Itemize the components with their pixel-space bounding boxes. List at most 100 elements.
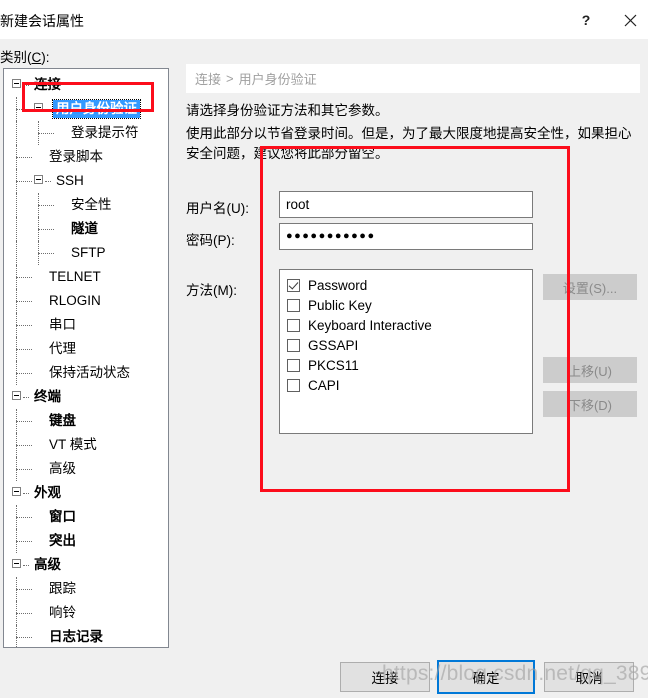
sidebar-item-10[interactable]: 串口 bbox=[4, 313, 168, 337]
sidebar-item-label[interactable]: RLOGIN bbox=[46, 292, 104, 310]
sidebar-item-6[interactable]: 隧道 bbox=[4, 217, 168, 241]
session-properties-dialog: 新建会话属性 ? 类别(C): 连接 用户身份验证 登录提示符 登录脚本 SSH 安全性隧… bbox=[0, 0, 648, 698]
tree-guide-line bbox=[16, 241, 17, 265]
description-line-2: 使用此部分以节省登录时间。但是，为了最大限度地提高安全性，如果担心安全问题，建议… bbox=[186, 126, 632, 161]
sidebar-item-label[interactable]: 窗口 bbox=[46, 508, 79, 526]
move-down-button[interactable]: 下移(D) bbox=[543, 391, 637, 417]
sidebar-item-label[interactable]: 响铃 bbox=[46, 604, 79, 622]
sidebar-item-0[interactable]: 连接 bbox=[4, 73, 168, 97]
checkbox-icon[interactable] bbox=[287, 338, 300, 352]
tree-guide-line bbox=[16, 277, 32, 278]
tree-expander-icon[interactable] bbox=[12, 487, 21, 496]
password-input[interactable]: ●●●●●●●●●●● bbox=[279, 223, 533, 250]
sidebar-item-label[interactable]: 隧道 bbox=[68, 220, 101, 238]
sidebar-item-label[interactable]: 高级 bbox=[46, 460, 79, 478]
sidebar-item-label[interactable]: SFTP bbox=[68, 244, 109, 262]
category-label: 类别(C): bbox=[0, 50, 50, 65]
tree-guide-line bbox=[23, 565, 29, 566]
sidebar-item-label[interactable]: 保持活动状态 bbox=[46, 364, 133, 382]
sidebar-item-label[interactable]: 连接 bbox=[31, 76, 64, 94]
sidebar-item-label[interactable]: 突出 bbox=[46, 532, 79, 550]
sidebar-item-label[interactable]: 日志记录 bbox=[46, 628, 106, 646]
method-list-item[interactable]: PKCS11 bbox=[287, 355, 532, 375]
sidebar-item-16[interactable]: 高级 bbox=[4, 457, 168, 481]
sidebar-item-label[interactable]: 代理 bbox=[46, 340, 79, 358]
tree-connector bbox=[4, 289, 46, 313]
method-list-item[interactable]: GSSAPI bbox=[287, 335, 532, 355]
sidebar-item-20[interactable]: 高级 bbox=[4, 553, 168, 577]
method-list-item[interactable]: Keyboard Interactive bbox=[287, 315, 532, 335]
sidebar-item-18[interactable]: 窗口 bbox=[4, 505, 168, 529]
sidebar-item-label[interactable]: 安全性 bbox=[68, 196, 115, 214]
method-list-item[interactable]: CAPI bbox=[287, 375, 532, 395]
tree-expander-icon[interactable] bbox=[12, 391, 21, 400]
tree-guide-line bbox=[23, 397, 29, 398]
sidebar-item-label[interactable]: 键盘 bbox=[46, 412, 79, 430]
checkbox-checked-icon[interactable] bbox=[287, 278, 300, 292]
sidebar-item-4[interactable]: SSH bbox=[4, 169, 168, 193]
sidebar-item-label[interactable]: 登录提示符 bbox=[68, 124, 142, 142]
breadcrumb-root: 连接 bbox=[195, 72, 222, 87]
method-list-item[interactable]: Password bbox=[287, 275, 532, 295]
sidebar-item-9[interactable]: RLOGIN bbox=[4, 289, 168, 313]
checkbox-icon[interactable] bbox=[287, 378, 300, 392]
tree-guide-line bbox=[38, 253, 54, 254]
sidebar-item-14[interactable]: 键盘 bbox=[4, 409, 168, 433]
close-icon[interactable] bbox=[608, 0, 648, 40]
sidebar-item-15[interactable]: VT 模式 bbox=[4, 433, 168, 457]
tree-expander-icon[interactable] bbox=[34, 103, 43, 112]
sidebar-item-label[interactable]: TELNET bbox=[46, 268, 104, 286]
sidebar-item-label[interactable]: 外观 bbox=[31, 484, 64, 502]
checkbox-icon[interactable] bbox=[287, 318, 300, 332]
sidebar-item-label[interactable]: 用户身份验证 bbox=[52, 99, 141, 119]
sidebar-item-12[interactable]: 保持活动状态 bbox=[4, 361, 168, 385]
sidebar-item-21[interactable]: 跟踪 bbox=[4, 577, 168, 601]
tree-connector bbox=[4, 433, 46, 457]
sidebar-item-17[interactable]: 外观 bbox=[4, 481, 168, 505]
tree-guide-line bbox=[16, 121, 17, 145]
sidebar-item-5[interactable]: 安全性 bbox=[4, 193, 168, 217]
method-label: Keyboard Interactive bbox=[308, 317, 432, 333]
sidebar-item-23[interactable]: 日志记录 bbox=[4, 625, 168, 647]
sidebar-item-19[interactable]: 突出 bbox=[4, 529, 168, 553]
sidebar-item-label[interactable]: VT 模式 bbox=[46, 436, 100, 454]
checkbox-icon[interactable] bbox=[287, 298, 300, 312]
title-bar: 新建会话属性 ? bbox=[0, 0, 648, 40]
sidebar-item-label[interactable]: SSH bbox=[53, 172, 87, 190]
sidebar-item-label[interactable]: 串口 bbox=[46, 316, 79, 334]
tree-guide-line bbox=[16, 217, 17, 241]
tree-connector bbox=[4, 97, 53, 121]
cancel-button[interactable]: 取消 bbox=[544, 662, 634, 692]
settings-button[interactable]: 设置(S)... bbox=[543, 274, 637, 300]
sidebar-item-3[interactable]: 登录脚本 bbox=[4, 145, 168, 169]
category-tree-panel[interactable]: 连接用户身份验证登录提示符登录脚本 SSH 安全性隧道 SFTP TELNET RLOGI… bbox=[3, 68, 169, 648]
breadcrumb-current: 用户身份验证 bbox=[238, 72, 317, 87]
move-up-button[interactable]: 上移(U) bbox=[543, 357, 637, 383]
tree-connector bbox=[4, 553, 31, 577]
tree-guide-line bbox=[23, 85, 29, 86]
help-icon[interactable]: ? bbox=[564, 0, 608, 40]
sidebar-item-label[interactable]: 跟踪 bbox=[46, 580, 79, 598]
method-label: GSSAPI bbox=[308, 337, 359, 353]
sidebar-item-11[interactable]: 代理 bbox=[4, 337, 168, 361]
sidebar-item-label[interactable]: 登录脚本 bbox=[46, 148, 106, 166]
tree-expander-icon[interactable] bbox=[34, 175, 43, 184]
connect-button[interactable]: 连接 bbox=[340, 662, 430, 692]
sidebar-item-label[interactable]: 高级 bbox=[31, 556, 64, 574]
sidebar-item-8[interactable]: TELNET bbox=[4, 265, 168, 289]
checkbox-icon[interactable] bbox=[287, 358, 300, 372]
ok-button[interactable]: 确定 bbox=[437, 660, 535, 694]
tree-expander-icon[interactable] bbox=[12, 559, 21, 568]
username-input[interactable]: root bbox=[279, 191, 533, 218]
sidebar-item-1[interactable]: 用户身份验证 bbox=[4, 97, 168, 121]
sidebar-item-label[interactable]: 终端 bbox=[31, 388, 64, 406]
category-tree[interactable]: 连接用户身份验证登录提示符登录脚本 SSH 安全性隧道 SFTP TELNET RLOGI… bbox=[4, 69, 168, 647]
tree-connector bbox=[4, 265, 46, 289]
sidebar-item-7[interactable]: SFTP bbox=[4, 241, 168, 265]
tree-expander-icon[interactable] bbox=[12, 79, 21, 88]
sidebar-item-2[interactable]: 登录提示符 bbox=[4, 121, 168, 145]
method-list-item[interactable]: Public Key bbox=[287, 295, 532, 315]
sidebar-item-22[interactable]: 响铃 bbox=[4, 601, 168, 625]
method-list[interactable]: Password Public Key Keyboard Interactive GS… bbox=[279, 269, 533, 434]
sidebar-item-13[interactable]: 终端 bbox=[4, 385, 168, 409]
